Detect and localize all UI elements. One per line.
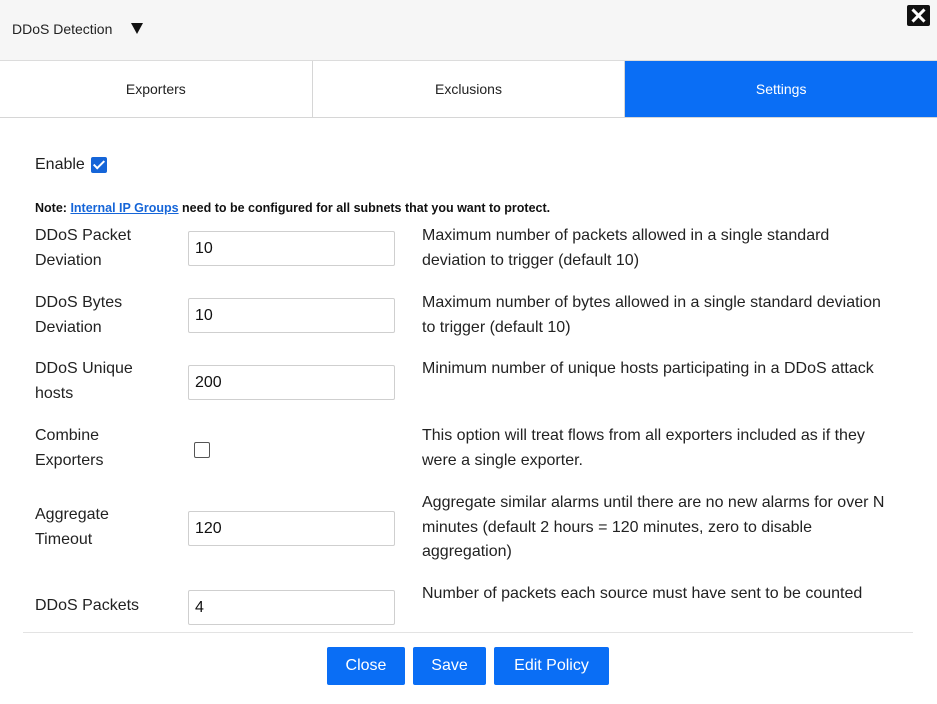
- packet-deviation-description: Maximum number of packets allowed in a s…: [422, 227, 830, 269]
- tab-bar: Exporters Exclusions Settings: [0, 61, 937, 118]
- ddos-packets-input[interactable]: [188, 590, 395, 625]
- close-button[interactable]: Close: [327, 647, 405, 685]
- edit-policy-button[interactable]: Edit Policy: [494, 647, 609, 685]
- unique-hosts-label: DDoS Unique hosts: [35, 360, 133, 402]
- tab-settings[interactable]: Settings: [625, 61, 937, 117]
- combine-exporters-label: Combine Exporters: [35, 427, 104, 469]
- bytes-deviation-label: DDoS Bytes Deviation: [35, 294, 123, 336]
- ddos-packets-label: DDoS Packets: [35, 597, 140, 614]
- tab-exclusions[interactable]: Exclusions: [312, 61, 626, 117]
- enable-label: Enable: [35, 156, 85, 173]
- chevron-down-icon[interactable]: [131, 23, 143, 34]
- note-suffix: need to be configured for all subnets th…: [182, 201, 551, 215]
- enable-row: Enable: [35, 156, 107, 174]
- combine-exporters-description: This option will treat flows from all ex…: [422, 427, 865, 469]
- packet-deviation-input[interactable]: [188, 231, 395, 266]
- footer-divider: [23, 632, 913, 633]
- tab-exporters[interactable]: Exporters: [0, 61, 313, 117]
- note-prefix: Note:: [35, 201, 67, 215]
- dialog-title: DDoS Detection: [12, 21, 113, 37]
- bytes-deviation-description: Maximum number of bytes allowed in a sin…: [422, 294, 881, 336]
- aggregate-timeout-input[interactable]: [188, 511, 395, 546]
- aggregate-timeout-description: Aggregate similar alarms until there are…: [422, 494, 885, 560]
- packet-deviation-label: DDoS Packet Deviation: [35, 227, 132, 269]
- bytes-deviation-input[interactable]: [188, 298, 395, 333]
- close-icon[interactable]: [907, 5, 930, 26]
- unique-hosts-description: Minimum number of unique hosts participa…: [422, 360, 874, 377]
- title-bar: DDoS Detection: [0, 0, 937, 61]
- save-button[interactable]: Save: [413, 647, 486, 685]
- aggregate-timeout-label: Aggregate Timeout: [35, 506, 109, 548]
- enable-checkbox[interactable]: [90, 157, 107, 173]
- internal-ip-groups-link[interactable]: Internal IP Groups: [70, 201, 178, 215]
- ddos-packets-description: Number of packets each source must have …: [422, 585, 863, 602]
- unique-hosts-input[interactable]: [188, 365, 395, 400]
- note-text: Note: Internal IP Groups need to be conf…: [35, 201, 550, 215]
- combine-exporters-checkbox[interactable]: [194, 442, 210, 458]
